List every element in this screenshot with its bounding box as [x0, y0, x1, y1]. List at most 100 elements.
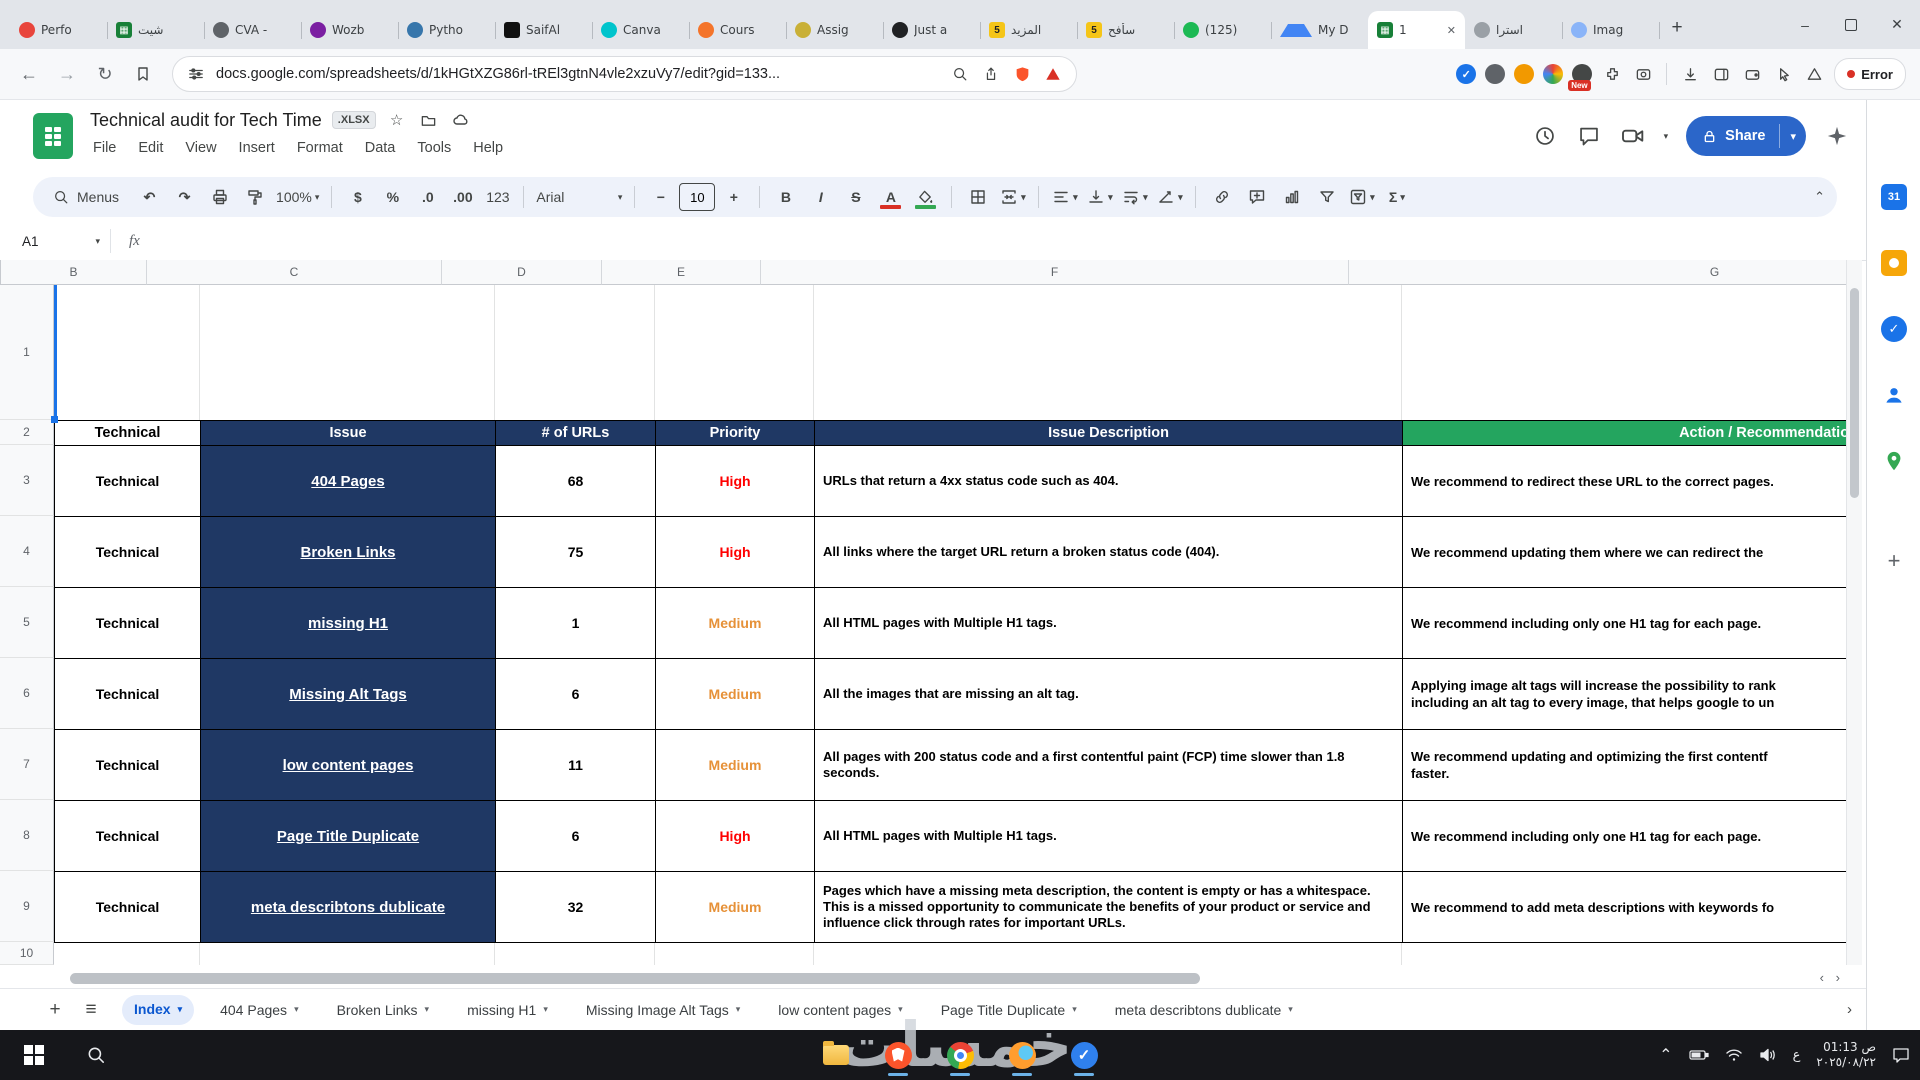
tabbar-scroll-right-icon[interactable]: ›: [1847, 1001, 1852, 1018]
notification-center-icon[interactable]: [1892, 1047, 1910, 1063]
text-color-button[interactable]: A: [874, 183, 907, 211]
name-box[interactable]: A1 ▾: [0, 234, 110, 249]
bookmark-icon[interactable]: [128, 59, 158, 89]
empty-cell[interactable]: [814, 943, 1402, 965]
issue-link[interactable]: Missing Alt Tags: [289, 686, 407, 703]
category-cell[interactable]: Technical: [55, 446, 201, 517]
strikethrough-button[interactable]: S: [839, 183, 872, 211]
row-header-2[interactable]: 2: [0, 420, 54, 445]
tasks-icon[interactable]: ✓: [1879, 314, 1909, 344]
scroll-right-icon[interactable]: ›: [1836, 970, 1840, 985]
extension-check-icon[interactable]: ✓: [1456, 64, 1476, 84]
row-header-7[interactable]: 7: [0, 729, 54, 800]
empty-cell[interactable]: [655, 285, 814, 420]
browser-tab[interactable]: Imag: [1562, 11, 1659, 49]
header-cell-issue[interactable]: Issue: [201, 421, 496, 446]
url-count-cell[interactable]: 75: [496, 517, 656, 588]
filter-views-button[interactable]: ▾: [1345, 183, 1378, 211]
sheets-logo[interactable]: [33, 113, 73, 159]
menu-data[interactable]: Data: [356, 136, 405, 160]
sheet-tab[interactable]: Broken Links▾: [325, 995, 441, 1025]
issue-cell[interactable]: 404 Pages: [201, 446, 496, 517]
column-header-B[interactable]: B: [1, 260, 147, 285]
category-cell[interactable]: Technical: [55, 588, 201, 659]
zoom-icon[interactable]: [949, 63, 971, 85]
borders-button[interactable]: [961, 183, 994, 211]
site-settings-icon[interactable]: [185, 63, 207, 85]
extension-person-icon[interactable]: [1514, 64, 1534, 84]
browser-tab[interactable]: Just a: [883, 11, 980, 49]
star-icon[interactable]: ☆: [386, 109, 408, 131]
currency-format-button[interactable]: $: [341, 183, 374, 211]
namebox-caret-icon[interactable]: ▾: [95, 236, 100, 247]
issue-cell[interactable]: Missing Alt Tags: [201, 659, 496, 730]
profile-error-button[interactable]: Error: [1834, 58, 1906, 90]
menu-help[interactable]: Help: [464, 136, 512, 160]
undo-button[interactable]: ↶: [133, 183, 166, 211]
priority-cell[interactable]: Medium: [656, 730, 815, 801]
browser-tab[interactable]: ▦1✕: [1368, 11, 1465, 49]
priority-cell[interactable]: Medium: [656, 588, 815, 659]
create-filter-button[interactable]: [1310, 183, 1343, 211]
browser-tab[interactable]: Perfo: [10, 11, 107, 49]
url-count-cell[interactable]: 68: [496, 446, 656, 517]
contacts-icon[interactable]: [1879, 380, 1909, 410]
column-header-D[interactable]: D: [442, 260, 602, 285]
insert-chart-button[interactable]: [1275, 183, 1308, 211]
horizontal-scrollbar[interactable]: ‹ ›: [54, 969, 1846, 988]
action-cell[interactable]: Applying image alt tags will increase th…: [1403, 659, 1846, 730]
comments-icon[interactable]: [1576, 123, 1602, 149]
description-cell[interactable]: URLs that return a 4xx status code such …: [815, 446, 1403, 517]
tray-expand-icon[interactable]: ⌃: [1659, 1045, 1672, 1065]
chrome-taskbar-icon[interactable]: [940, 1033, 980, 1077]
header-cell-priority[interactable]: Priority: [656, 421, 815, 446]
add-sheet-button[interactable]: +: [40, 995, 70, 1025]
back-icon[interactable]: ←: [14, 59, 44, 89]
font-size-input[interactable]: 10: [679, 183, 715, 211]
version-history-icon[interactable]: [1532, 123, 1558, 149]
browser-tab[interactable]: ▦شيت: [107, 11, 204, 49]
url-count-cell[interactable]: 32: [496, 872, 656, 943]
browser-tab[interactable]: Wozb: [301, 11, 398, 49]
browser-tab[interactable]: 5سأفح: [1077, 11, 1174, 49]
issue-cell[interactable]: Broken Links: [201, 517, 496, 588]
action-cell[interactable]: We recommend updating them where we can …: [1403, 517, 1846, 588]
sheet-tab[interactable]: Missing Image Alt Tags▾: [574, 995, 752, 1025]
font-select[interactable]: Arial▾: [533, 183, 625, 211]
row-header-1[interactable]: 1: [0, 285, 54, 420]
description-cell[interactable]: All links where the target URL return a …: [815, 517, 1403, 588]
header-cell-description[interactable]: Issue Description: [815, 421, 1403, 446]
browser-tab[interactable]: Canva: [592, 11, 689, 49]
taskbar-search-icon[interactable]: [76, 1033, 116, 1077]
percent-format-button[interactable]: %: [376, 183, 409, 211]
priority-cell[interactable]: Medium: [656, 872, 815, 943]
browser-tab[interactable]: Assig: [786, 11, 883, 49]
functions-button[interactable]: Σ▾: [1380, 183, 1413, 211]
add-addon-icon[interactable]: +: [1879, 546, 1909, 576]
menu-format[interactable]: Format: [288, 136, 352, 160]
number-format-button[interactable]: 123: [481, 183, 514, 211]
issue-link[interactable]: 404 Pages: [311, 473, 384, 490]
vertical-scroll-thumb[interactable]: [1850, 288, 1859, 498]
sidebar-toggle-icon[interactable]: [1710, 63, 1732, 85]
document-title[interactable]: Technical audit for Tech Time: [90, 110, 322, 131]
empty-cell[interactable]: [1402, 943, 1846, 965]
priority-cell[interactable]: High: [656, 446, 815, 517]
browser-tab[interactable]: My D: [1271, 11, 1368, 49]
sheet-tab[interactable]: missing H1▾: [455, 995, 560, 1025]
scroll-left-icon[interactable]: ‹: [1820, 970, 1824, 985]
category-cell[interactable]: Technical: [55, 659, 201, 730]
brave-rewards-icon[interactable]: [1803, 63, 1825, 85]
file-explorer-icon[interactable]: [816, 1033, 856, 1077]
bold-button[interactable]: B: [769, 183, 802, 211]
cursor-icon[interactable]: [1772, 63, 1794, 85]
extension-gray-icon[interactable]: [1485, 64, 1505, 84]
issue-link[interactable]: meta describtons dublicate: [251, 899, 445, 916]
empty-cell[interactable]: [655, 943, 814, 965]
text-wrap-button[interactable]: ▾: [1118, 183, 1151, 211]
paint-format-button[interactable]: [238, 183, 271, 211]
description-cell[interactable]: All the images that are missing an alt t…: [815, 659, 1403, 730]
extension-color-icon[interactable]: [1543, 64, 1563, 84]
selection-handle[interactable]: [51, 416, 58, 423]
print-button[interactable]: [203, 183, 236, 211]
